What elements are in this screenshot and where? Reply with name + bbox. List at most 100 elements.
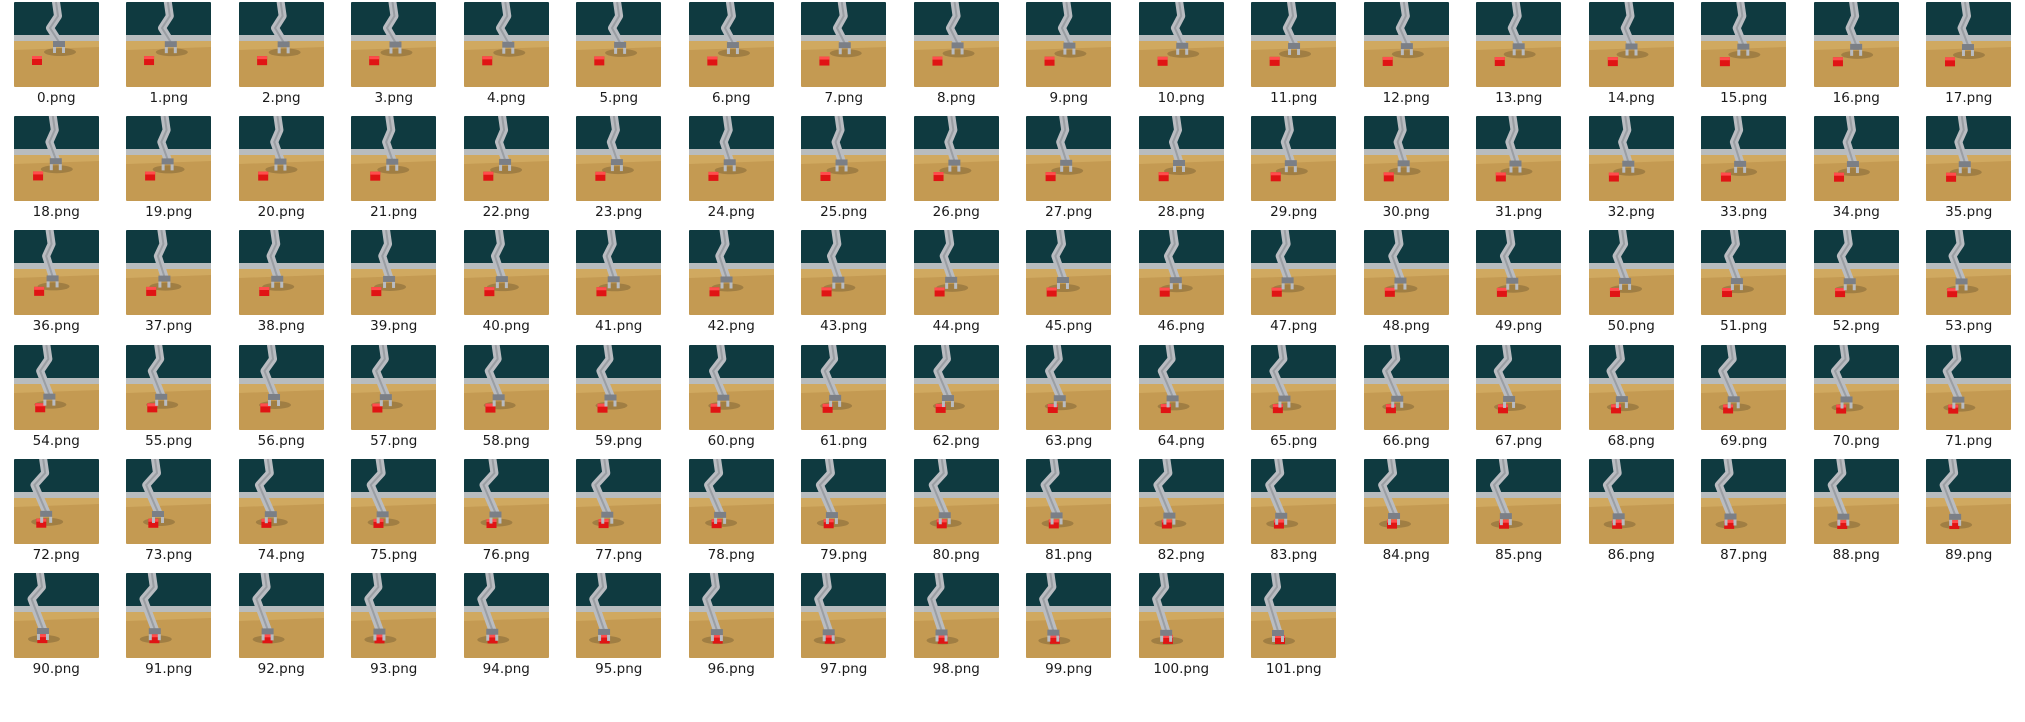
file-item[interactable]: 85.png xyxy=(1463,458,1576,573)
image-thumbnail[interactable] xyxy=(576,458,662,544)
file-item[interactable]: 78.png xyxy=(675,458,788,573)
image-thumbnail[interactable] xyxy=(1476,2,1562,87)
image-thumbnail[interactable] xyxy=(1701,116,1787,202)
file-item[interactable]: 92.png xyxy=(225,573,338,687)
file-item[interactable]: 94.png xyxy=(450,573,563,687)
image-thumbnail[interactable] xyxy=(913,344,999,430)
image-thumbnail[interactable] xyxy=(801,116,887,202)
image-thumbnail[interactable] xyxy=(1138,458,1224,544)
image-thumbnail[interactable] xyxy=(238,344,324,430)
file-item[interactable]: 45.png xyxy=(1013,230,1126,344)
file-item[interactable]: 90.png xyxy=(0,573,113,687)
file-item[interactable]: 81.png xyxy=(1013,458,1126,573)
file-item[interactable]: 14.png xyxy=(1575,2,1688,116)
file-item[interactable]: 30.png xyxy=(1350,116,1463,230)
image-thumbnail[interactable] xyxy=(913,573,999,658)
file-item[interactable]: 84.png xyxy=(1350,458,1463,573)
image-thumbnail[interactable] xyxy=(126,458,212,544)
file-item[interactable]: 35.png xyxy=(1913,116,2025,230)
image-thumbnail[interactable] xyxy=(13,458,99,544)
image-thumbnail[interactable] xyxy=(238,458,324,544)
image-thumbnail[interactable] xyxy=(1813,458,1899,544)
image-thumbnail[interactable] xyxy=(1251,458,1337,544)
image-thumbnail[interactable] xyxy=(913,116,999,202)
image-thumbnail[interactable] xyxy=(1138,2,1224,87)
image-thumbnail[interactable] xyxy=(913,2,999,87)
file-item[interactable]: 9.png xyxy=(1013,2,1126,116)
file-item[interactable]: 76.png xyxy=(450,458,563,573)
file-item[interactable]: 96.png xyxy=(675,573,788,687)
file-item[interactable]: 72.png xyxy=(0,458,113,573)
image-thumbnail[interactable] xyxy=(1701,2,1787,87)
file-item[interactable]: 2.png xyxy=(225,2,338,116)
image-thumbnail[interactable] xyxy=(463,2,549,87)
image-thumbnail[interactable] xyxy=(1026,2,1112,87)
file-item[interactable]: 0.png xyxy=(0,2,113,116)
image-thumbnail[interactable] xyxy=(351,458,437,544)
file-item[interactable]: 50.png xyxy=(1575,230,1688,344)
image-thumbnail[interactable] xyxy=(1026,458,1112,544)
file-item[interactable]: 3.png xyxy=(338,2,451,116)
file-item[interactable]: 71.png xyxy=(1913,344,2025,459)
file-item[interactable]: 6.png xyxy=(675,2,788,116)
image-thumbnail[interactable] xyxy=(13,2,99,87)
file-item[interactable]: 55.png xyxy=(113,344,226,459)
file-item[interactable]: 15.png xyxy=(1688,2,1801,116)
file-item[interactable]: 100.png xyxy=(1125,573,1238,687)
file-item[interactable]: 83.png xyxy=(1238,458,1351,573)
image-thumbnail[interactable] xyxy=(1588,230,1674,316)
file-item[interactable]: 12.png xyxy=(1350,2,1463,116)
image-thumbnail[interactable] xyxy=(238,116,324,202)
file-item[interactable]: 8.png xyxy=(900,2,1013,116)
image-thumbnail[interactable] xyxy=(1813,344,1899,430)
image-thumbnail[interactable] xyxy=(688,573,774,658)
file-item[interactable]: 20.png xyxy=(225,116,338,230)
image-thumbnail[interactable] xyxy=(1813,116,1899,202)
image-thumbnail[interactable] xyxy=(1476,458,1562,544)
file-item[interactable]: 88.png xyxy=(1800,458,1913,573)
file-item[interactable]: 86.png xyxy=(1575,458,1688,573)
image-thumbnail[interactable] xyxy=(1363,2,1449,87)
file-item[interactable]: 58.png xyxy=(450,344,563,459)
image-thumbnail[interactable] xyxy=(351,573,437,658)
file-item[interactable]: 40.png xyxy=(450,230,563,344)
file-item[interactable]: 1.png xyxy=(113,2,226,116)
image-thumbnail[interactable] xyxy=(1251,116,1337,202)
image-thumbnail[interactable] xyxy=(1926,458,2012,544)
file-item[interactable]: 65.png xyxy=(1238,344,1351,459)
image-thumbnail[interactable] xyxy=(1926,230,2012,316)
file-item[interactable]: 32.png xyxy=(1575,116,1688,230)
image-thumbnail[interactable] xyxy=(688,230,774,316)
file-item[interactable]: 37.png xyxy=(113,230,226,344)
image-thumbnail[interactable] xyxy=(1476,116,1562,202)
file-item[interactable]: 42.png xyxy=(675,230,788,344)
image-thumbnail[interactable] xyxy=(1926,344,2012,430)
file-item[interactable]: 80.png xyxy=(900,458,1013,573)
image-thumbnail[interactable] xyxy=(13,344,99,430)
image-thumbnail[interactable] xyxy=(913,458,999,544)
file-item[interactable]: 101.png xyxy=(1238,573,1351,687)
file-item[interactable]: 95.png xyxy=(563,573,676,687)
file-item[interactable]: 99.png xyxy=(1013,573,1126,687)
file-item[interactable]: 98.png xyxy=(900,573,1013,687)
image-thumbnail[interactable] xyxy=(1251,2,1337,87)
file-item[interactable]: 25.png xyxy=(788,116,901,230)
file-item[interactable]: 49.png xyxy=(1463,230,1576,344)
image-thumbnail[interactable] xyxy=(1926,2,2012,87)
file-item[interactable]: 33.png xyxy=(1688,116,1801,230)
image-thumbnail[interactable] xyxy=(1363,458,1449,544)
image-thumbnail[interactable] xyxy=(1813,230,1899,316)
file-item[interactable]: 63.png xyxy=(1013,344,1126,459)
file-item[interactable]: 93.png xyxy=(338,573,451,687)
file-item[interactable]: 87.png xyxy=(1688,458,1801,573)
file-item[interactable]: 22.png xyxy=(450,116,563,230)
file-item[interactable]: 73.png xyxy=(113,458,226,573)
file-item[interactable]: 61.png xyxy=(788,344,901,459)
image-thumbnail[interactable] xyxy=(463,573,549,658)
file-item[interactable]: 31.png xyxy=(1463,116,1576,230)
file-item[interactable]: 69.png xyxy=(1688,344,1801,459)
file-item[interactable]: 41.png xyxy=(563,230,676,344)
image-thumbnail[interactable] xyxy=(576,116,662,202)
file-item[interactable]: 57.png xyxy=(338,344,451,459)
image-thumbnail[interactable] xyxy=(1588,344,1674,430)
